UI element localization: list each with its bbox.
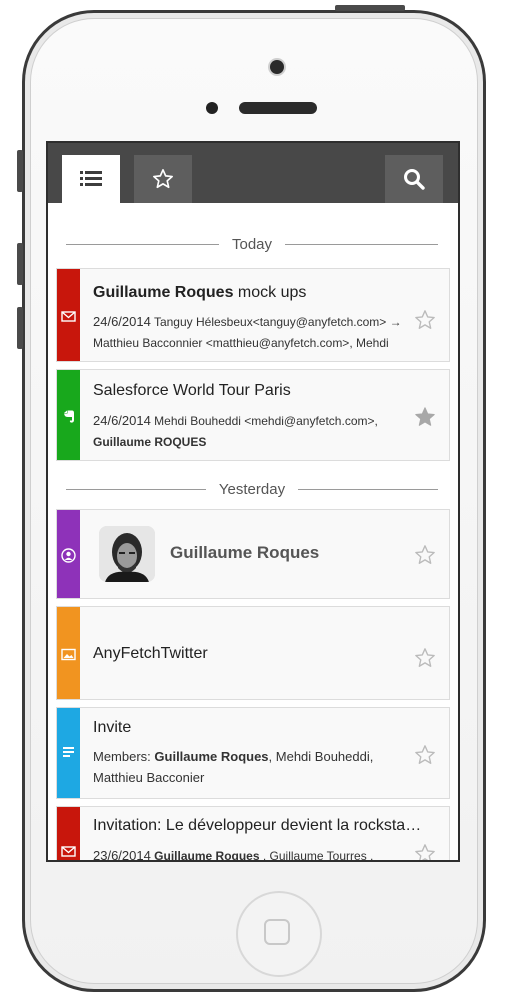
mail-icon <box>61 846 76 857</box>
front-camera <box>270 60 284 74</box>
list-item[interactable]: Invitation: Le développeur devient la ro… <box>56 806 450 860</box>
search-icon <box>404 169 425 190</box>
home-square-icon <box>264 919 290 945</box>
contact-icon <box>61 548 76 563</box>
star-outline-icon[interactable] <box>414 744 436 766</box>
list-item[interactable]: Guillaume Roques mock ups 24/6/2014 Tang… <box>56 268 450 362</box>
section-divider-today: Today <box>66 234 438 254</box>
item-title: Guillaume Roques mock ups <box>93 284 307 301</box>
tab-favorites[interactable] <box>134 155 192 203</box>
item-meta: 23/6/2014 Guillaume Roques , Guillaume T… <box>93 848 374 860</box>
list-item[interactable]: AnyFetchTwitter <box>56 606 450 700</box>
section-label: Yesterday <box>218 480 286 498</box>
evernote-icon <box>64 410 74 423</box>
tab-list[interactable] <box>62 155 120 203</box>
image-icon <box>61 648 76 661</box>
star-outline-icon[interactable] <box>414 309 436 331</box>
document-icon <box>63 747 74 757</box>
star-outline-icon[interactable] <box>414 647 436 669</box>
star-filled-icon[interactable] <box>414 406 436 428</box>
mute-switch <box>17 150 23 192</box>
list-item[interactable]: Guillaume Roques <box>56 509 450 599</box>
item-title: Invitation: Le développeur devient la ro… <box>93 817 422 834</box>
item-title: Invite <box>93 719 132 736</box>
item-title: Salesforce World Tour Paris <box>93 382 291 399</box>
avatar <box>99 526 155 582</box>
volume-up-button <box>17 243 23 285</box>
power-button <box>335 5 405 11</box>
section-divider-yesterday: Yesterday <box>66 479 439 499</box>
mail-icon <box>61 311 76 322</box>
item-meta: Members: Guillaume Roques, Mehdi Bouhedd… <box>93 749 374 785</box>
star-outline-icon[interactable] <box>414 544 436 566</box>
list-item[interactable]: Invite Members: Guillaume Roques, Mehdi … <box>56 707 450 799</box>
proximity-sensor <box>206 102 218 114</box>
star-icon <box>153 169 173 189</box>
volume-down-button <box>17 307 23 349</box>
search-button[interactable] <box>385 155 443 203</box>
item-meta: 24/6/2014 Tanguy Hélesbeux<tanguy@anyfet… <box>93 314 402 350</box>
home-button[interactable] <box>236 891 322 977</box>
top-toolbar <box>48 143 458 203</box>
earpiece-speaker <box>239 102 317 114</box>
app-screen: Today Guillaume Roques mock ups 24/6/201… <box>48 143 458 860</box>
star-outline-icon[interactable] <box>414 843 436 860</box>
section-label: Today <box>231 235 273 253</box>
list-item[interactable]: Salesforce World Tour Paris 24/6/2014 Me… <box>56 369 450 461</box>
contact-name: Guillaume Roques <box>170 543 320 562</box>
item-meta: 24/6/2014 Mehdi Bouheddi <mehdi@anyfetch… <box>93 413 378 449</box>
item-title: AnyFetchTwitter <box>93 645 208 662</box>
list-icon <box>80 171 102 186</box>
